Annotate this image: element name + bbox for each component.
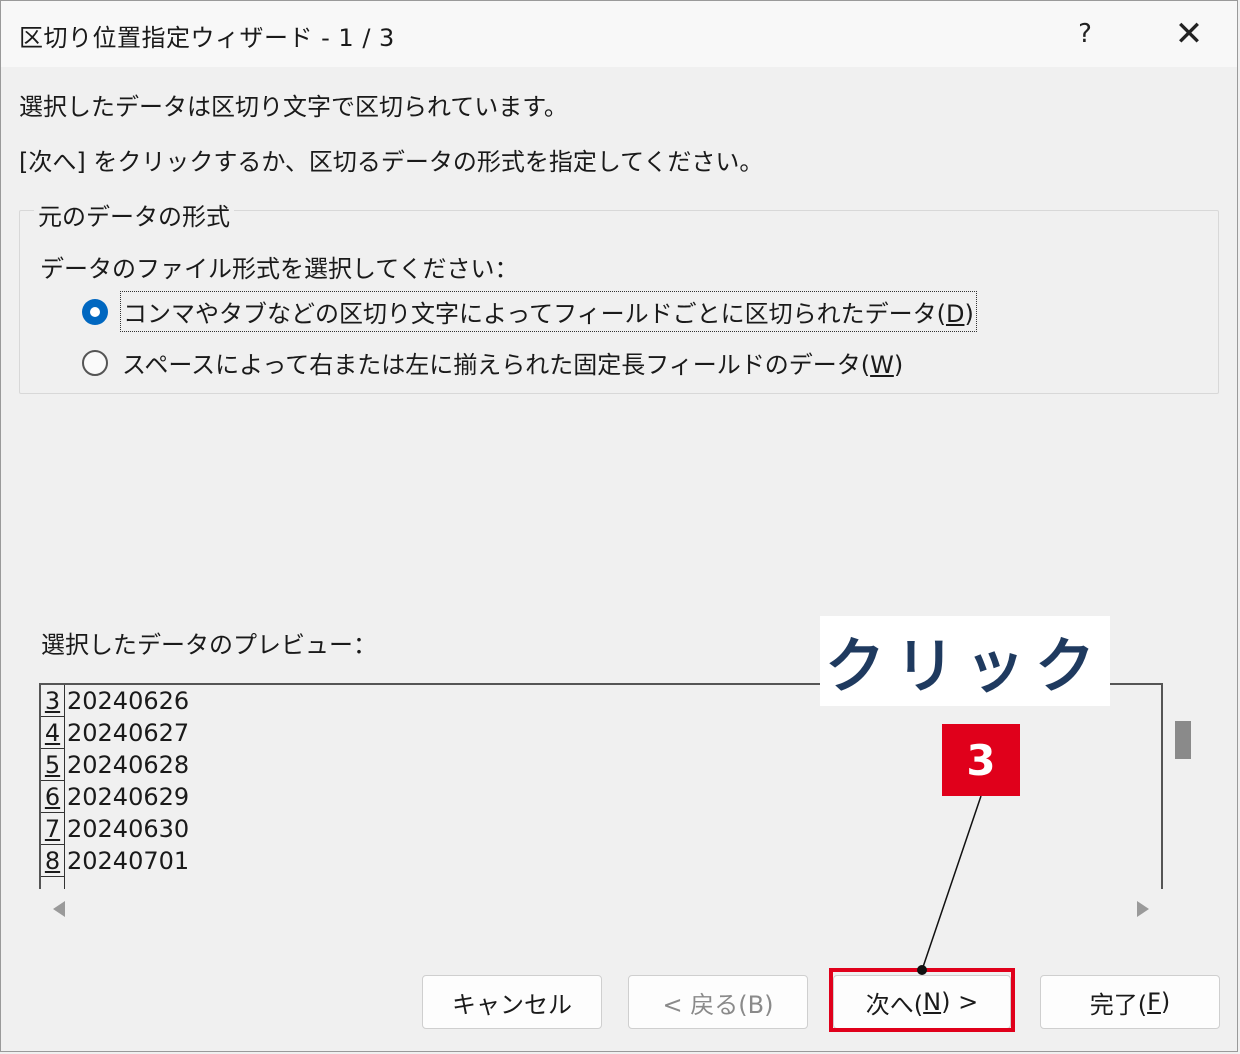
help-icon: ? [1078, 19, 1092, 49]
preview-row: 3 20240626 [41, 685, 189, 717]
original-data-type-group: 元のデータの形式 データのファイル形式を選択してください： コンマやタブなどの区… [19, 197, 1219, 394]
preview-row: 5 20240628 [41, 749, 189, 781]
group-legend: 元のデータの形式 [34, 197, 234, 232]
preview-row-value: 20240630 [67, 815, 190, 843]
radio-fixed-width[interactable]: スペースによって右または左に揃えられた固定長フィールドのデータ(W) [82, 343, 905, 382]
intro-text-1: 選択したデータは区切り文字で区切られています。 [19, 93, 568, 121]
help-button[interactable]: ? [1037, 1, 1133, 67]
step-number-badge: 3 [942, 724, 1020, 796]
preview-row-number: 7 [41, 813, 65, 845]
preview-row [41, 877, 65, 889]
preview-row: 6 20240629 [41, 781, 189, 813]
preview-row-number: 3 [41, 685, 65, 717]
next-button-highlight [829, 968, 1015, 1032]
close-icon: ✕ [1174, 14, 1204, 54]
back-button[interactable]: < 戻る(B) [628, 975, 808, 1029]
preview-row-value: 20240626 [67, 687, 190, 715]
radio-fixed-width-label[interactable]: スペースによって右または左に揃えられた固定長フィールドのデータ(W) [120, 343, 905, 382]
radio-unselected-icon[interactable] [82, 349, 108, 376]
click-callout-text: クリック [825, 631, 1105, 702]
scroll-left-arrow-icon[interactable] [53, 901, 65, 917]
preview-row-number [41, 877, 65, 889]
radio-delimited-label[interactable]: コンマやタブなどの区切り文字によってフィールドごとに区切られたデータ(D) [120, 291, 977, 332]
preview-row: 8 20240701 [41, 845, 189, 877]
click-callout: クリック [820, 616, 1110, 706]
radio-selected-icon[interactable] [82, 298, 108, 325]
cancel-button[interactable]: キャンセル [422, 975, 602, 1029]
preview-row-value: 20240628 [67, 751, 190, 779]
finish-button[interactable]: 完了(F) [1040, 975, 1220, 1029]
close-button[interactable]: ✕ [1141, 1, 1237, 67]
scroll-right-arrow-icon[interactable] [1137, 901, 1149, 917]
preview-label: 選択したデータのプレビュー： [41, 631, 377, 659]
radio-delimited[interactable]: コンマやタブなどの区切り文字によってフィールドごとに区切られたデータ(D) [82, 291, 977, 332]
vertical-scrollbar-thumb[interactable] [1175, 721, 1191, 759]
dialog-window: 区切り位置指定ウィザード - 1 / 3 ? ✕ 選択したデータは区切り文字で区… [0, 0, 1238, 1052]
group-prompt: データのファイル形式を選択してください： [40, 255, 519, 283]
preview-row-value: 20240629 [67, 783, 190, 811]
preview-row-number: 4 [41, 717, 65, 749]
title-bar[interactable]: 区切り位置指定ウィザード - 1 / 3 ? ✕ [1, 1, 1237, 67]
preview-row-value: 20240701 [67, 847, 190, 875]
preview-row-number: 6 [41, 781, 65, 813]
intro-text-2: [次へ] をクリックするか、区切るデータの形式を指定してください。 [19, 148, 764, 176]
preview-row-value: 20240627 [67, 719, 190, 747]
preview-row: 4 20240627 [41, 717, 189, 749]
preview-row-number: 5 [41, 749, 65, 781]
preview-row: 7 20240630 [41, 813, 189, 845]
dialog-title: 区切り位置指定ウィザード - 1 / 3 [19, 24, 395, 52]
preview-row-number: 8 [41, 845, 65, 877]
